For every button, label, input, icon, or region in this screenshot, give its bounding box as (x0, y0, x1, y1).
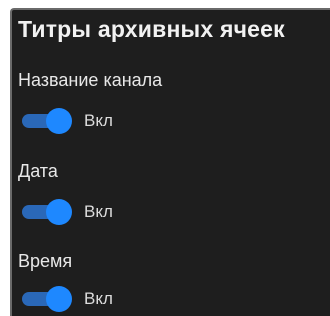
setting-label-channel-name: Название канала (18, 70, 163, 90)
setting-label-time: Время (18, 251, 73, 271)
toggle-knob (46, 286, 72, 312)
time-toggle-text: Вкл (84, 289, 113, 308)
date-toggle[interactable] (20, 199, 74, 225)
archive-cell-captions-panel: Титры архивных ячеек Название канала Вкл… (10, 8, 330, 316)
setting-label-date: Дата (18, 161, 58, 181)
toggle-knob (46, 108, 72, 134)
time-toggle[interactable] (20, 286, 74, 312)
date-toggle-text: Вкл (84, 202, 113, 221)
channel-name-toggle[interactable] (20, 108, 74, 134)
toggle-knob (46, 199, 72, 225)
channel-name-toggle-text: Вкл (84, 111, 113, 130)
panel-title: Титры архивных ячеек (18, 16, 285, 42)
